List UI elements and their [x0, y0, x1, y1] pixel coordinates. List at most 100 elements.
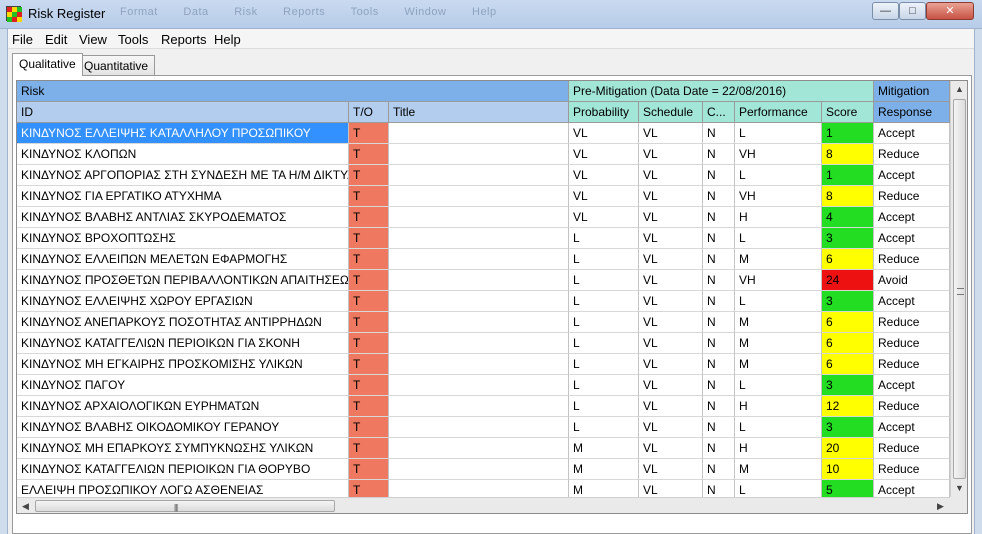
cell-to[interactable]: T	[349, 417, 389, 438]
cell-cost[interactable]: N	[703, 186, 735, 207]
header-col-title[interactable]: Title	[389, 102, 569, 123]
cell-to[interactable]: T	[349, 291, 389, 312]
cell-id[interactable]: ΚΙΝΔΥΝΟΣ ΒΡΟΧΟΠΤΩΣΗΣ	[17, 228, 349, 249]
cell-title[interactable]	[389, 312, 569, 333]
cell-probability[interactable]: L	[569, 354, 639, 375]
cell-to[interactable]: T	[349, 228, 389, 249]
scroll-right-arrow[interactable]: ▶	[932, 498, 949, 513]
tab-qualitative[interactable]: Qualitative	[12, 53, 83, 76]
cell-title[interactable]	[389, 438, 569, 459]
cell-score[interactable]: 3	[822, 375, 874, 396]
maximize-button[interactable]: □	[899, 2, 926, 20]
cell-to[interactable]: T	[349, 459, 389, 480]
cell-schedule[interactable]: VL	[639, 249, 703, 270]
cell-performance[interactable]: L	[735, 123, 822, 144]
cell-probability[interactable]: L	[569, 333, 639, 354]
cell-cost[interactable]: N	[703, 207, 735, 228]
cell-title[interactable]	[389, 249, 569, 270]
cell-score[interactable]: 4	[822, 207, 874, 228]
cell-title[interactable]	[389, 123, 569, 144]
cell-performance[interactable]: L	[735, 375, 822, 396]
cell-id[interactable]: ΚΙΝΔΥΝΟΣ ΠΡΟΣΘΕΤΩΝ ΠΕΡΙΒΑΛΛΟΝΤΙΚΩΝ ΑΠΑΙΤ…	[17, 270, 349, 291]
cell-id[interactable]: ΚΙΝΔΥΝΟΣ ΠΑΓΟΥ	[17, 375, 349, 396]
cell-id[interactable]: ΚΙΝΔΥΝΟΣ ΑΡΧΑΙΟΛΟΓΙΚΩΝ ΕΥΡΗΜΑΤΩΝ	[17, 396, 349, 417]
cell-probability[interactable]: L	[569, 396, 639, 417]
cell-to[interactable]: T	[349, 438, 389, 459]
cell-schedule[interactable]: VL	[639, 459, 703, 480]
cell-response[interactable]: Accept	[874, 375, 950, 396]
cell-to[interactable]: T	[349, 270, 389, 291]
cell-to[interactable]: T	[349, 144, 389, 165]
cell-score[interactable]: 1	[822, 165, 874, 186]
cell-to[interactable]: T	[349, 123, 389, 144]
cell-title[interactable]	[389, 291, 569, 312]
cell-schedule[interactable]: VL	[639, 354, 703, 375]
close-button[interactable]: ✕	[926, 2, 974, 20]
cell-title[interactable]	[389, 459, 569, 480]
menu-view[interactable]: View	[79, 32, 107, 47]
cell-probability[interactable]: L	[569, 312, 639, 333]
cell-id[interactable]: ΚΙΝΔΥΝΟΣ ΕΛΛΕΙΠΩΝ ΜΕΛΕΤΩΝ ΕΦΑΡΜΟΓΗΣ	[17, 249, 349, 270]
cell-cost[interactable]: N	[703, 354, 735, 375]
cell-performance[interactable]: M	[735, 312, 822, 333]
cell-to[interactable]: T	[349, 207, 389, 228]
cell-probability[interactable]: L	[569, 375, 639, 396]
cell-to[interactable]: T	[349, 354, 389, 375]
menu-reports[interactable]: Reports	[161, 32, 207, 47]
tab-quantitative[interactable]: Quantitative	[77, 55, 156, 75]
cell-score[interactable]: 6	[822, 312, 874, 333]
cell-to[interactable]: T	[349, 249, 389, 270]
cell-cost[interactable]: N	[703, 123, 735, 144]
cell-probability[interactable]: L	[569, 291, 639, 312]
cell-cost[interactable]: N	[703, 333, 735, 354]
minimize-button[interactable]: —	[872, 2, 899, 20]
cell-schedule[interactable]: VL	[639, 270, 703, 291]
cell-score[interactable]: 8	[822, 144, 874, 165]
cell-probability[interactable]: L	[569, 249, 639, 270]
cell-id[interactable]: ΚΙΝΔΥΝΟΣ ΑΝΕΠΑΡΚΟΥΣ ΠΟΣΟΤΗΤΑΣ ΑΝΤΙΡΡΗΔΩΝ	[17, 312, 349, 333]
cell-response[interactable]: Reduce	[874, 396, 950, 417]
cell-title[interactable]	[389, 207, 569, 228]
cell-title[interactable]	[389, 417, 569, 438]
cell-id[interactable]: ΚΙΝΔΥΝΟΣ ΒΛΑΒΗΣ ΑΝΤΛΙΑΣ ΣΚΥΡΟΔΕΜΑΤΟΣ	[17, 207, 349, 228]
horizontal-scroll-thumb[interactable]: |||	[35, 500, 335, 512]
cell-schedule[interactable]: VL	[639, 438, 703, 459]
header-col-id[interactable]: ID	[17, 102, 349, 123]
cell-performance[interactable]: H	[735, 396, 822, 417]
cell-title[interactable]	[389, 144, 569, 165]
cell-probability[interactable]: M	[569, 459, 639, 480]
cell-schedule[interactable]: VL	[639, 165, 703, 186]
cell-schedule[interactable]: VL	[639, 144, 703, 165]
cell-response[interactable]: Accept	[874, 417, 950, 438]
vertical-scrollbar[interactable]: ▲ ▼	[950, 81, 967, 497]
cell-performance[interactable]: VH	[735, 186, 822, 207]
vertical-scroll-thumb[interactable]	[953, 99, 966, 479]
cell-title[interactable]	[389, 396, 569, 417]
cell-probability[interactable]: VL	[569, 207, 639, 228]
cell-score[interactable]: 3	[822, 291, 874, 312]
menu-file[interactable]: File	[12, 32, 33, 47]
cell-id[interactable]: ΚΙΝΔΥΝΟΣ ΓΙΑ ΕΡΓΑΤΙΚΟ ΑΤΥΧΗΜΑ	[17, 186, 349, 207]
cell-title[interactable]	[389, 186, 569, 207]
cell-score[interactable]: 3	[822, 228, 874, 249]
cell-schedule[interactable]: VL	[639, 291, 703, 312]
cell-probability[interactable]: VL	[569, 165, 639, 186]
cell-response[interactable]: Reduce	[874, 459, 950, 480]
cell-score[interactable]: 1	[822, 123, 874, 144]
cell-id[interactable]: ΚΙΝΔΥΝΟΣ ΒΛΑΒΗΣ ΟΙΚΟΔΟΜΙΚΟΥ ΓΕΡΑΝΟΥ	[17, 417, 349, 438]
cell-cost[interactable]: N	[703, 417, 735, 438]
cell-probability[interactable]: VL	[569, 123, 639, 144]
cell-schedule[interactable]: VL	[639, 417, 703, 438]
header-col-score[interactable]: Score	[822, 102, 874, 123]
cell-cost[interactable]: N	[703, 438, 735, 459]
cell-performance[interactable]: H	[735, 207, 822, 228]
cell-performance[interactable]: L	[735, 417, 822, 438]
cell-to[interactable]: T	[349, 312, 389, 333]
scroll-up-arrow[interactable]: ▲	[951, 81, 967, 98]
cell-cost[interactable]: N	[703, 249, 735, 270]
cell-cost[interactable]: N	[703, 291, 735, 312]
cell-probability[interactable]: VL	[569, 186, 639, 207]
cell-schedule[interactable]: VL	[639, 333, 703, 354]
cell-probability[interactable]: L	[569, 228, 639, 249]
cell-title[interactable]	[389, 228, 569, 249]
